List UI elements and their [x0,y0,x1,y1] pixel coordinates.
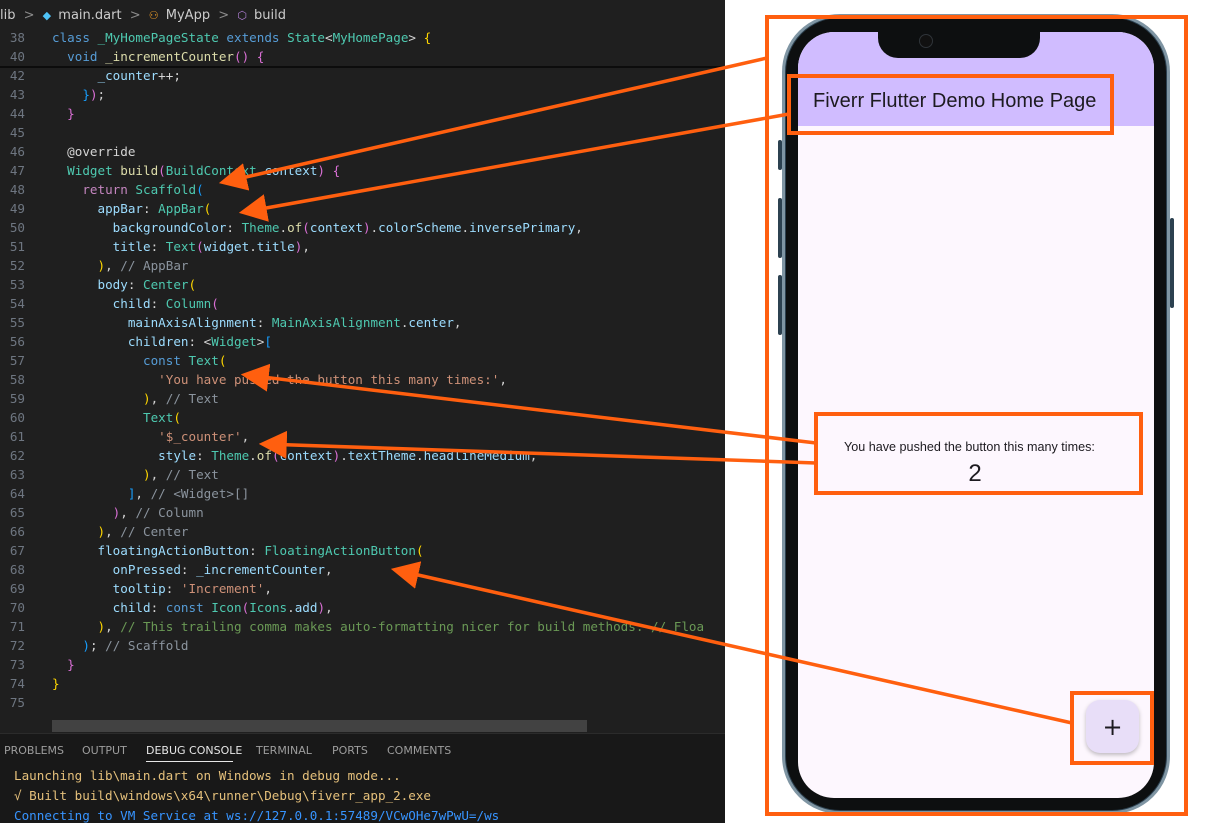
arrow-pushed-text [240,363,817,445]
arrow-counter-text [258,430,817,465]
fab-highlight-box [1070,691,1154,765]
appbar-highlight-box [787,74,1114,135]
body-highlight-box [814,412,1143,495]
arrow-fab [390,561,1073,725]
arrow-scaffold [218,56,768,191]
annotation-overlay [218,15,1188,816]
arrow-appbar [238,112,790,222]
